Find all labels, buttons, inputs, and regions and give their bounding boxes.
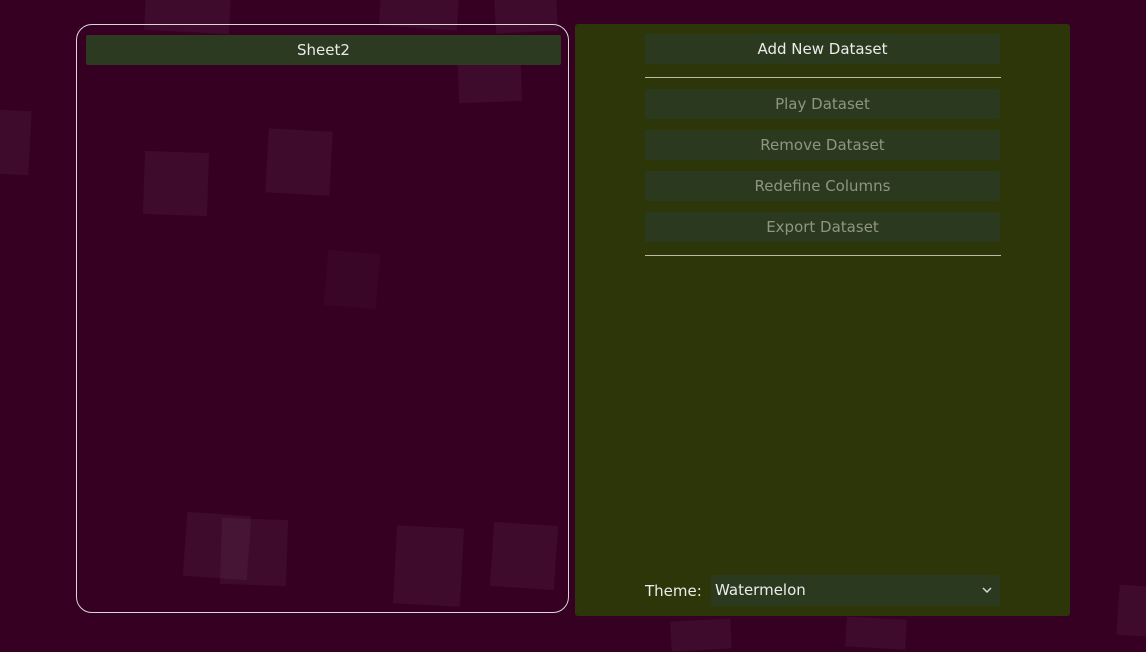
theme-select-value: Watermelon xyxy=(715,581,806,599)
dataset-list-panel: Sheet2 xyxy=(76,24,569,613)
dataset-item-sheet2[interactable]: Sheet2 xyxy=(86,35,561,65)
theme-select[interactable]: Watermelon xyxy=(711,575,1000,606)
background-decoration xyxy=(1116,584,1146,638)
background-decoration xyxy=(670,618,732,652)
redefine-columns-button[interactable]: Redefine Columns xyxy=(645,171,1000,201)
dataset-actions-panel: Add New Dataset Play Dataset Remove Data… xyxy=(575,24,1070,616)
chevron-down-icon xyxy=(980,575,994,606)
theme-label: Theme: xyxy=(645,582,702,600)
add-new-dataset-button[interactable]: Add New Dataset xyxy=(645,34,1000,64)
divider xyxy=(645,255,1001,256)
remove-dataset-button[interactable]: Remove Dataset xyxy=(645,130,1000,160)
play-dataset-button[interactable]: Play Dataset xyxy=(645,89,1000,119)
divider xyxy=(645,77,1001,78)
background-decoration xyxy=(845,616,907,650)
export-dataset-button[interactable]: Export Dataset xyxy=(645,212,1000,242)
background-decoration xyxy=(0,108,32,176)
